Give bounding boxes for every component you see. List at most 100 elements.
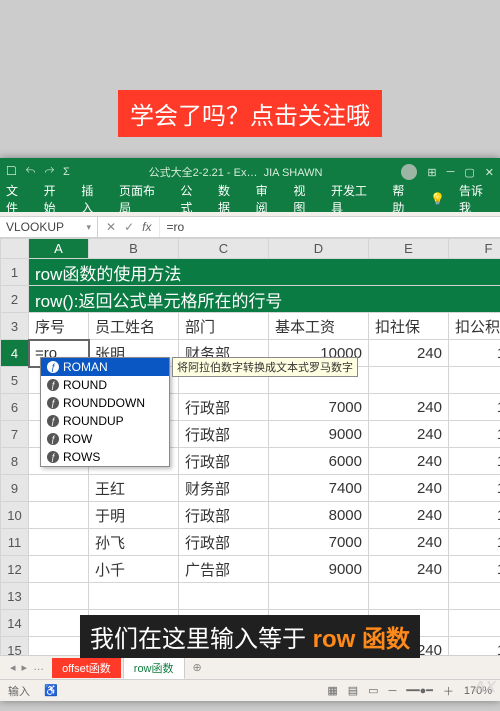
name-box[interactable]: VLOOKUP▾ — [0, 217, 98, 237]
tab-view[interactable]: 视图 — [293, 182, 317, 216]
col-F[interactable]: F — [449, 239, 500, 259]
cell[interactable]: 王红 — [89, 475, 179, 502]
cell[interactable] — [29, 529, 89, 556]
zoom-out-icon[interactable]: ─ — [389, 685, 397, 697]
tab-dev[interactable]: 开发工具 — [331, 182, 378, 216]
sheet-tab-row[interactable]: row函数 — [123, 657, 185, 679]
cell[interactable]: 240 — [369, 394, 449, 421]
cell[interactable] — [29, 502, 89, 529]
cell[interactable]: 120 — [449, 637, 500, 656]
col-B[interactable]: B — [89, 239, 179, 259]
row-15[interactable]: 15 — [1, 637, 29, 656]
cell[interactable]: 财务部 — [179, 475, 269, 502]
cell[interactable]: 120 — [449, 340, 500, 367]
formula-input[interactable]: =ro — [160, 220, 500, 234]
row-3[interactable]: 3 — [1, 313, 29, 340]
row-4[interactable]: 4 — [1, 340, 29, 367]
autocomplete-item[interactable]: ROMAN — [41, 358, 169, 376]
tab-data[interactable]: 数据 — [218, 182, 242, 216]
maximize-icon[interactable]: ▢ — [464, 166, 474, 179]
tab-layout[interactable]: 页面布局 — [119, 182, 166, 216]
cell[interactable]: 240 — [369, 475, 449, 502]
select-all-corner[interactable] — [1, 239, 29, 259]
row-1[interactable]: 1 — [1, 259, 29, 286]
grid[interactable]: A B C D E F 1row函数的使用方法 2row():返回公式单元格所在… — [0, 238, 500, 655]
undo-icon[interactable] — [25, 165, 36, 179]
tab-help[interactable]: 帮助 — [392, 182, 416, 216]
cell[interactable]: 240 — [369, 421, 449, 448]
cell[interactable]: 240 — [369, 502, 449, 529]
cell[interactable]: 120 — [449, 421, 500, 448]
cell[interactable] — [29, 556, 89, 583]
row-10[interactable]: 10 — [1, 502, 29, 529]
formula-autocomplete[interactable]: ROMANROUNDROUNDDOWNROUNDUPROWROWS — [40, 357, 170, 467]
row-2[interactable]: 2 — [1, 286, 29, 313]
row-7[interactable]: 7 — [1, 421, 29, 448]
cell[interactable]: 孙飞 — [89, 529, 179, 556]
cell[interactable] — [369, 367, 449, 394]
cell[interactable]: 240 — [369, 340, 449, 367]
col-E[interactable]: E — [369, 239, 449, 259]
row-12[interactable]: 12 — [1, 556, 29, 583]
redo-icon[interactable] — [44, 165, 55, 179]
cell[interactable] — [89, 583, 179, 610]
cell[interactable]: 行政部 — [179, 529, 269, 556]
view-break-icon[interactable]: ▭ — [368, 684, 378, 697]
cell[interactable]: 小千 — [89, 556, 179, 583]
row-6[interactable]: 6 — [1, 394, 29, 421]
cell[interactable]: 7400 — [269, 475, 369, 502]
save-icon[interactable] — [6, 165, 17, 179]
cell[interactable]: 行政部 — [179, 421, 269, 448]
tab-review[interactable]: 审阅 — [256, 182, 280, 216]
cell[interactable] — [369, 583, 449, 610]
row-13[interactable]: 13 — [1, 583, 29, 610]
tab-insert[interactable]: 插入 — [81, 182, 105, 216]
sheet-nav-prev[interactable]: ◂ — [10, 661, 16, 674]
ribbon-display-icon[interactable]: ⊞ — [427, 166, 436, 179]
sheet-tab-offset[interactable]: offset函数 — [52, 658, 121, 678]
enter-icon[interactable]: ✓ — [124, 220, 134, 234]
cell[interactable]: 120 — [449, 394, 500, 421]
row-8[interactable]: 8 — [1, 448, 29, 475]
cell[interactable]: 9000 — [269, 421, 369, 448]
autocomplete-item[interactable]: ROUND — [41, 376, 169, 394]
close-icon[interactable]: ✕ — [485, 166, 494, 179]
cell[interactable]: 于明 — [89, 502, 179, 529]
sheet-nav-more[interactable]: … — [33, 661, 44, 674]
tab-file[interactable]: 文件 — [6, 182, 30, 216]
tab-tellme[interactable]: 告诉我 — [459, 182, 494, 216]
cell[interactable]: 120 — [449, 502, 500, 529]
cell[interactable] — [29, 583, 89, 610]
view-page-icon[interactable]: ▤ — [348, 684, 358, 697]
autosum-icon[interactable]: Σ — [63, 166, 70, 178]
cell[interactable]: 240 — [369, 448, 449, 475]
cell[interactable]: 240 — [369, 556, 449, 583]
cell[interactable] — [449, 583, 500, 610]
cell[interactable]: 广告部 — [179, 556, 269, 583]
row-11[interactable]: 11 — [1, 529, 29, 556]
cell[interactable] — [179, 583, 269, 610]
row-14[interactable]: 14 — [1, 610, 29, 637]
cell[interactable]: 240 — [369, 529, 449, 556]
cell[interactable]: 9000 — [269, 556, 369, 583]
add-sheet-icon[interactable]: ⊕ — [187, 661, 208, 674]
tab-home[interactable]: 开始 — [44, 182, 68, 216]
cell[interactable]: 120 — [449, 448, 500, 475]
row-9[interactable]: 9 — [1, 475, 29, 502]
cell[interactable]: 120 — [449, 529, 500, 556]
cell[interactable]: 7000 — [269, 394, 369, 421]
sheet-nav-next[interactable]: ▸ — [22, 661, 28, 674]
avatar[interactable] — [401, 164, 417, 180]
minimize-icon[interactable]: ─ — [447, 166, 455, 178]
cell[interactable] — [269, 583, 369, 610]
tab-formulas[interactable]: 公式 — [180, 182, 204, 216]
cell[interactable] — [449, 610, 500, 637]
cell[interactable]: 7000 — [269, 529, 369, 556]
cell[interactable]: 120 — [449, 475, 500, 502]
autocomplete-item[interactable]: ROUNDDOWN — [41, 394, 169, 412]
row-5[interactable]: 5 — [1, 367, 29, 394]
autocomplete-item[interactable]: ROUNDUP — [41, 412, 169, 430]
col-C[interactable]: C — [179, 239, 269, 259]
cell[interactable]: 8000 — [269, 502, 369, 529]
view-normal-icon[interactable]: ▦ — [327, 684, 337, 697]
